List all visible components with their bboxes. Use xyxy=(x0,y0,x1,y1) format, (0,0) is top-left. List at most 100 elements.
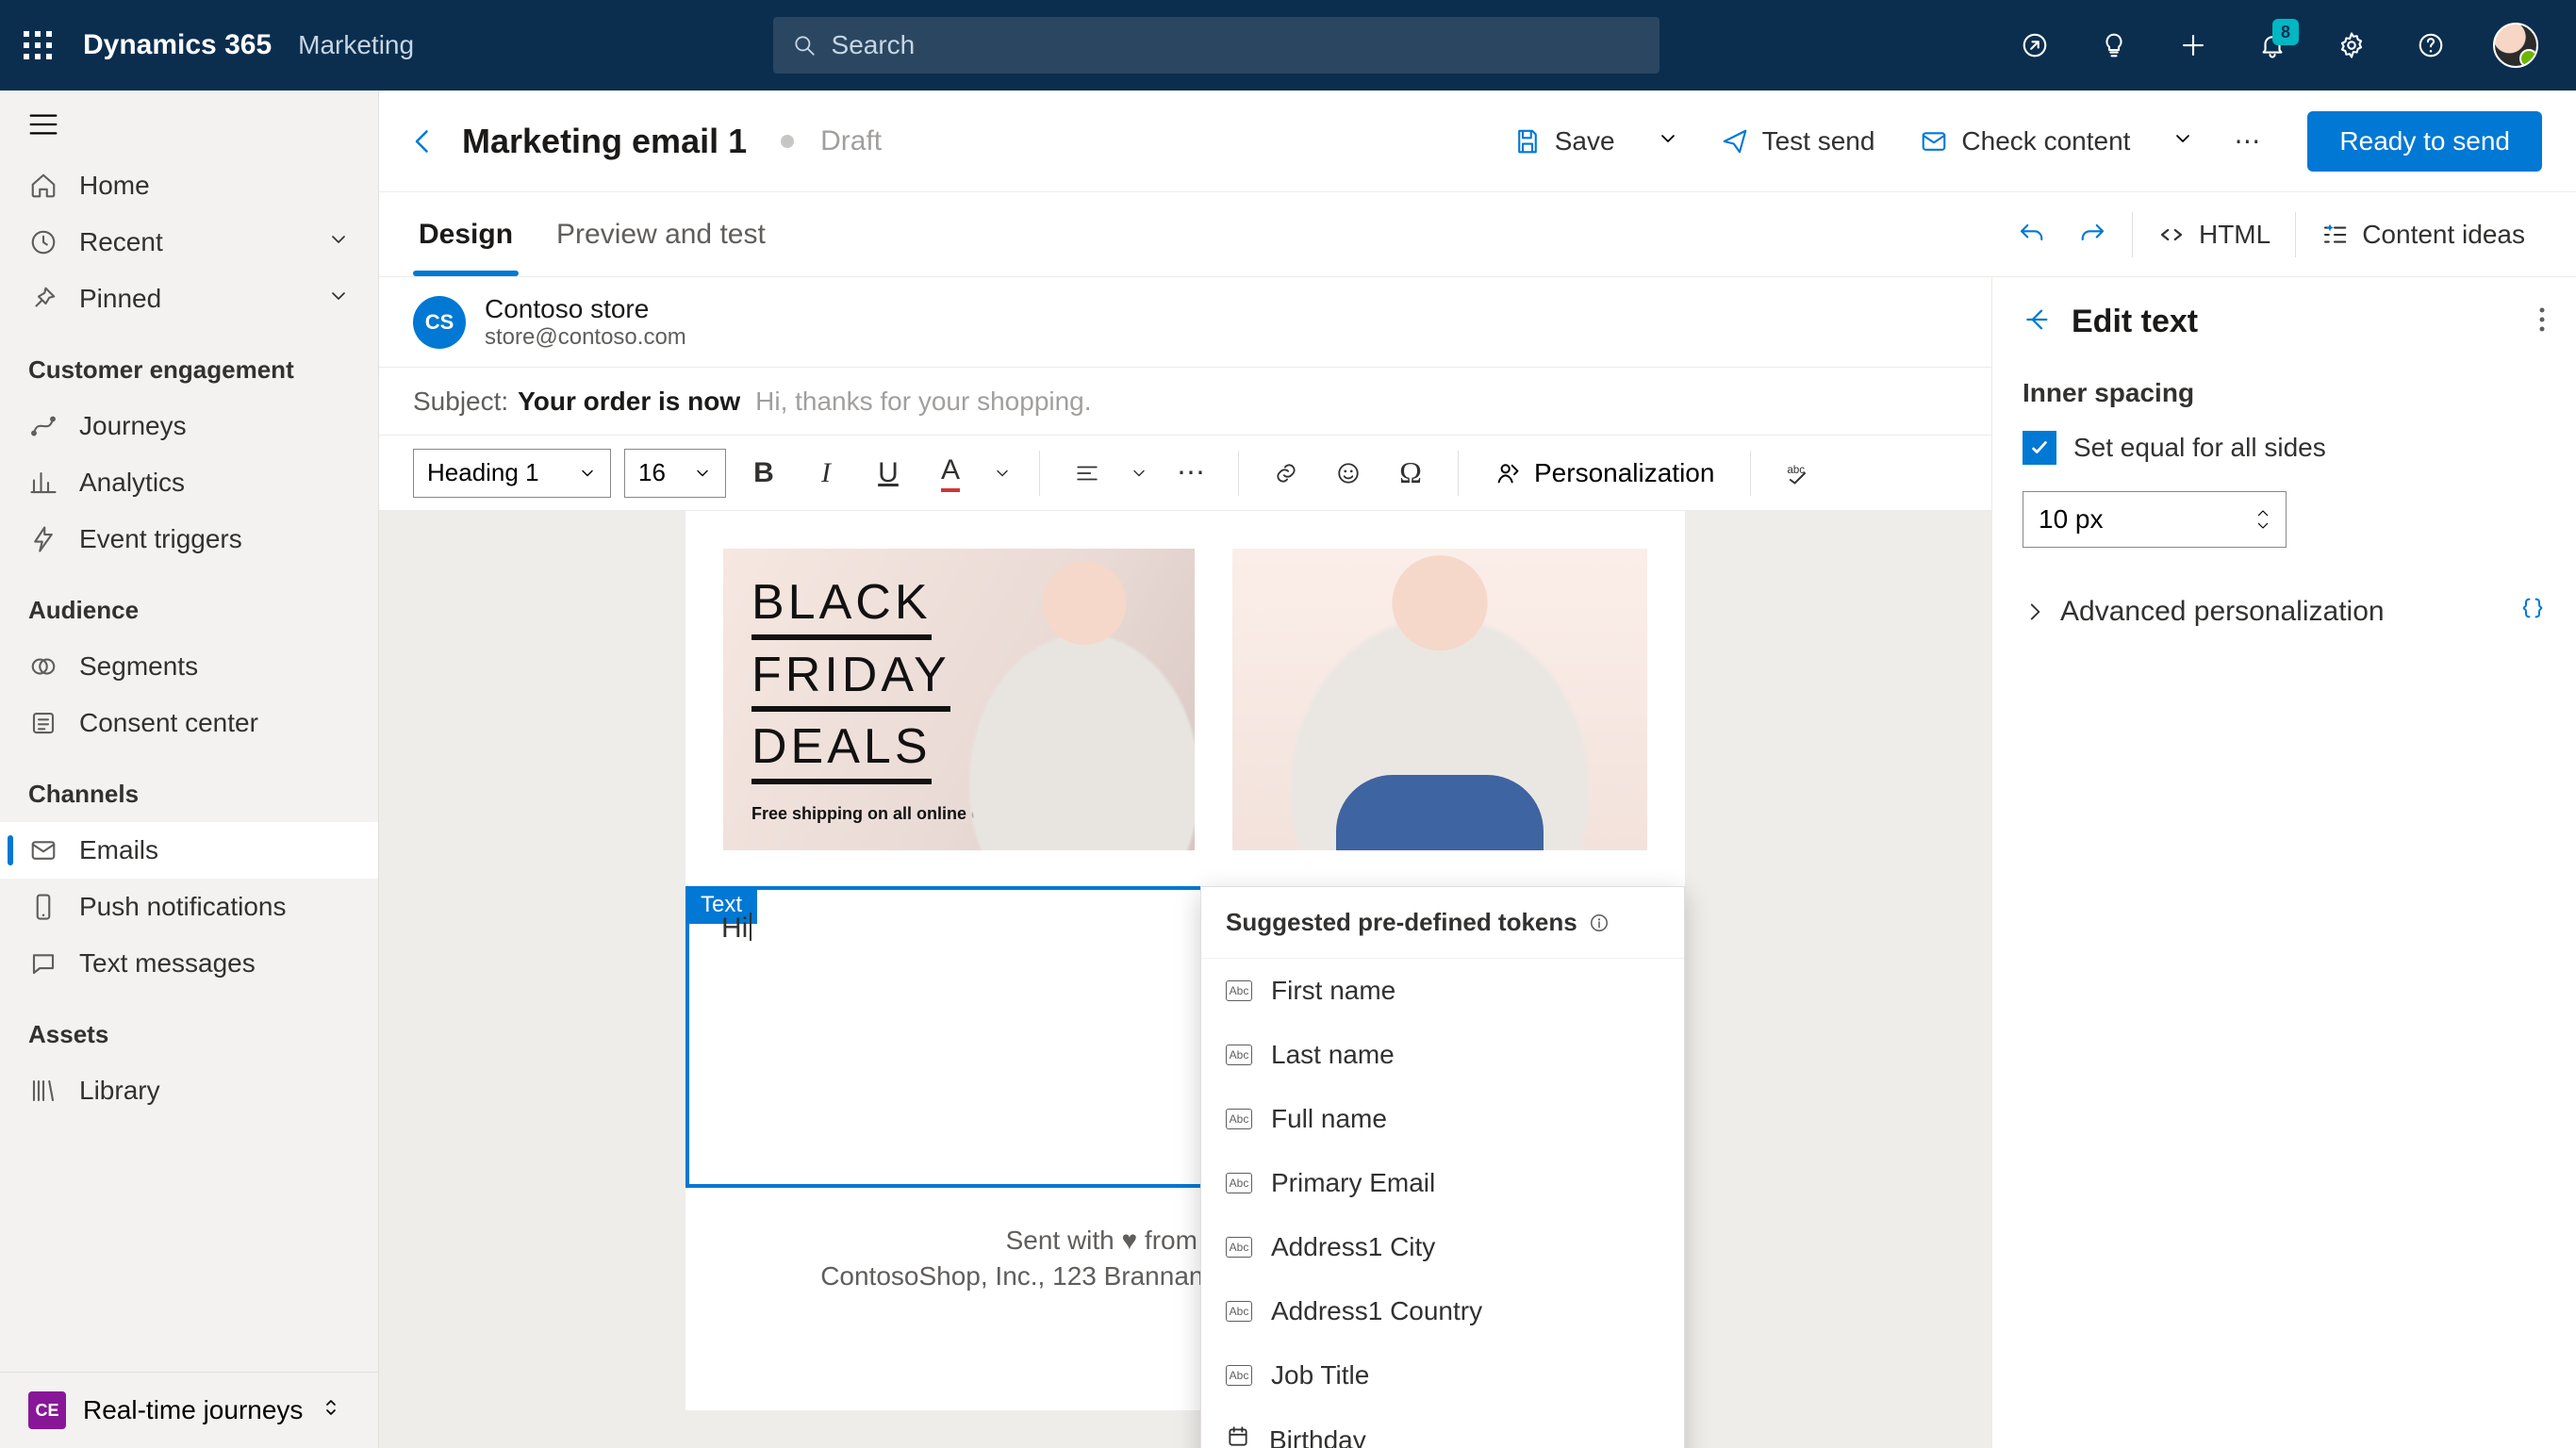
token-item[interactable]: AbcLast name xyxy=(1201,1023,1684,1087)
equal-sides-row[interactable]: Set equal for all sides xyxy=(2023,431,2546,465)
ideas-button[interactable] xyxy=(2097,28,2131,62)
token-item[interactable]: AbcPrimary Email xyxy=(1201,1151,1684,1215)
panel-more-button[interactable] xyxy=(2538,305,2546,338)
nav-consent[interactable]: Consent center xyxy=(0,695,378,751)
more-commands-button[interactable]: ⋯ xyxy=(2222,116,2273,166)
arrow-out-icon xyxy=(2021,31,2049,59)
assistant-button[interactable] xyxy=(2018,28,2052,62)
link-button[interactable] xyxy=(1262,449,1311,498)
advanced-personalization-label: Advanced personalization xyxy=(2060,596,2385,628)
style-select[interactable]: Heading 1 xyxy=(413,449,611,498)
search-input[interactable] xyxy=(832,30,1641,60)
area-switcher[interactable]: CE Real-time journeys xyxy=(0,1372,378,1448)
abc-icon: Abc xyxy=(1226,1301,1252,1322)
trigger-icon xyxy=(28,524,58,554)
font-color-button[interactable]: A xyxy=(926,449,975,498)
arrow-left-icon xyxy=(2023,304,2053,335)
area-badge: CE xyxy=(28,1391,66,1429)
global-search[interactable] xyxy=(773,17,1660,74)
token-item-label: Primary Email xyxy=(1271,1168,1435,1198)
hero-image-right[interactable] xyxy=(1232,549,1647,850)
add-button[interactable] xyxy=(2176,28,2210,62)
subject-value: Your order is now xyxy=(518,387,740,417)
back-button[interactable] xyxy=(402,121,443,162)
bold-button[interactable]: B xyxy=(739,449,788,498)
fontsize-select[interactable]: 16 xyxy=(624,449,726,498)
advanced-personalization-accordion[interactable]: Advanced personalization xyxy=(2023,595,2546,629)
test-send-button[interactable]: Test send xyxy=(1708,117,1889,166)
nav-pinned[interactable]: Pinned xyxy=(0,271,378,327)
nav-sms[interactable]: Text messages xyxy=(0,935,378,992)
nav-consent-label: Consent center xyxy=(79,708,258,738)
redo-button[interactable] xyxy=(2062,192,2124,276)
nav-segments-label: Segments xyxy=(79,651,198,682)
save-button[interactable]: Save xyxy=(1500,117,1628,166)
spinner-buttons[interactable] xyxy=(2255,507,2271,532)
token-item[interactable]: AbcAddress1 Country xyxy=(1201,1279,1684,1343)
brand-label: Dynamics 365 xyxy=(83,29,272,61)
subject-row[interactable]: Subject: Your order is now Hi, thanks fo… xyxy=(379,368,1991,436)
tokens-header: Suggested pre-defined tokens xyxy=(1201,887,1684,959)
font-color-split[interactable] xyxy=(988,449,1016,498)
updown-icon xyxy=(320,1395,342,1425)
section-assets: Assets xyxy=(0,992,378,1062)
nav-library[interactable]: Library xyxy=(0,1062,378,1119)
more-format-button[interactable]: ⋯ xyxy=(1166,449,1215,498)
email-canvas[interactable]: BLACK FRIDAY DEALS Free shipping on all … xyxy=(379,511,1991,1448)
link-icon xyxy=(1274,461,1298,485)
consent-icon xyxy=(28,708,58,738)
text-content: Hi xyxy=(721,913,751,944)
token-item[interactable]: AbcAddress1 City xyxy=(1201,1215,1684,1279)
token-item[interactable]: AbcFirst name xyxy=(1201,959,1684,1023)
check-content-button[interactable]: Check content xyxy=(1907,117,2143,166)
token-item[interactable]: Birthday xyxy=(1201,1407,1684,1448)
hero-line3: DEALS xyxy=(751,721,932,784)
app-launcher-button[interactable] xyxy=(15,23,60,68)
settings-button[interactable] xyxy=(2335,28,2369,62)
send-icon xyxy=(1721,127,1749,156)
symbol-button[interactable]: Ω xyxy=(1386,449,1435,498)
nav-event-triggers[interactable]: Event triggers xyxy=(0,511,378,568)
spacing-input[interactable]: 10 px xyxy=(2023,491,2287,548)
panel-back-button[interactable] xyxy=(2023,304,2053,339)
spellcheck-button[interactable]: abc xyxy=(1774,449,1823,498)
code-braces-icon xyxy=(2519,595,2546,629)
tab-preview[interactable]: Preview and test xyxy=(551,192,771,276)
help-button[interactable] xyxy=(2414,28,2448,62)
underline-button[interactable]: U xyxy=(864,449,913,498)
token-item[interactable]: AbcFull name xyxy=(1201,1087,1684,1151)
nav-segments[interactable]: Segments xyxy=(0,638,378,695)
hero-line2: FRIDAY xyxy=(751,650,950,713)
save-icon xyxy=(1513,127,1542,156)
equal-sides-checkbox[interactable] xyxy=(2023,431,2056,465)
info-icon[interactable] xyxy=(1589,913,1610,933)
align-split[interactable] xyxy=(1125,449,1153,498)
nav-emails[interactable]: Emails xyxy=(0,822,378,879)
tab-design[interactable]: Design xyxy=(413,192,519,276)
align-button[interactable] xyxy=(1063,449,1112,498)
collapse-nav-button[interactable] xyxy=(0,102,378,157)
check-content-split[interactable] xyxy=(2162,118,2204,164)
undo-button[interactable] xyxy=(2000,192,2062,276)
notifications-button[interactable]: 8 xyxy=(2255,28,2289,62)
vertical-dots-icon xyxy=(2538,305,2546,334)
nav-triggers-label: Event triggers xyxy=(79,524,242,554)
html-view-button[interactable]: HTML xyxy=(2140,192,2287,276)
nav-recent[interactable]: Recent xyxy=(0,214,378,271)
nav-home[interactable]: Home xyxy=(0,157,378,214)
nav-journeys[interactable]: Journeys xyxy=(0,398,378,454)
nav-emails-label: Emails xyxy=(79,835,158,865)
person-tag-icon xyxy=(1494,460,1521,486)
token-item[interactable]: AbcJob Title xyxy=(1201,1343,1684,1407)
subject-preview-text: Hi, thanks for your shopping. xyxy=(755,387,1091,417)
italic-button[interactable]: I xyxy=(801,449,850,498)
content-ideas-button[interactable]: Content ideas xyxy=(2304,192,2542,276)
user-avatar[interactable] xyxy=(2493,23,2538,68)
save-split-button[interactable] xyxy=(1647,118,1689,164)
hero-image-left[interactable]: BLACK FRIDAY DEALS Free shipping on all … xyxy=(723,549,1195,850)
ready-to-send-button[interactable]: Ready to send xyxy=(2307,111,2542,172)
nav-analytics[interactable]: Analytics xyxy=(0,454,378,511)
nav-push[interactable]: Push notifications xyxy=(0,879,378,935)
emoji-button[interactable] xyxy=(1324,449,1373,498)
personalization-button[interactable]: Personalization xyxy=(1481,458,1727,488)
